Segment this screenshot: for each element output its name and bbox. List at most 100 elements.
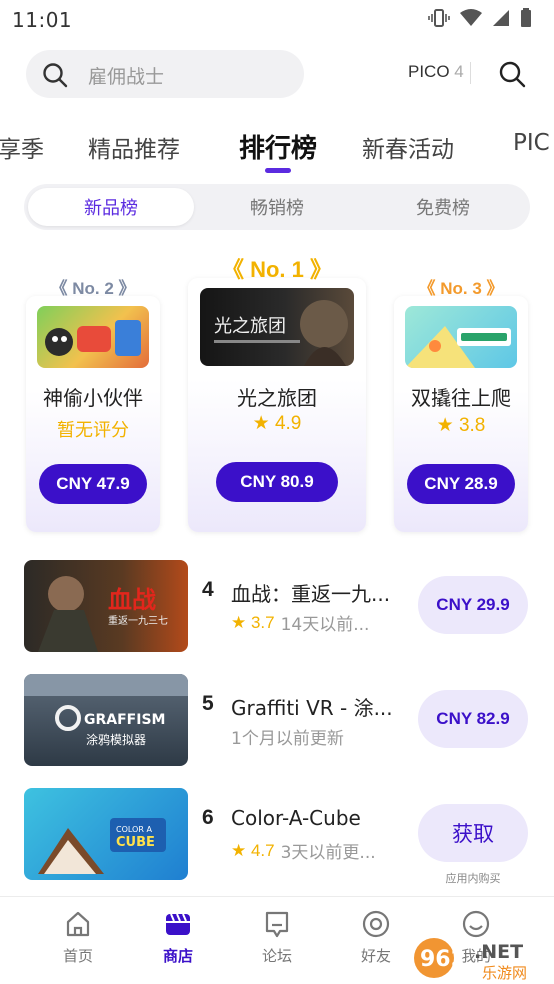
game-thumbnail xyxy=(37,306,149,368)
list-item[interactable]: COLOR A CUBE 6 Color-A-Cube ★ 4.7 3天以前更.… xyxy=(24,788,530,885)
nav-label: 商店 xyxy=(162,947,193,965)
thumbnail-art xyxy=(45,320,141,356)
category-tabs: 享季 精品推荐 排行榜 新春活动 PIC xyxy=(0,126,554,178)
search-placeholder: 雇佣战士 xyxy=(88,66,165,88)
thumbnail-art: 血战 重返一九三七 xyxy=(38,576,168,652)
rank-number: 4 xyxy=(202,578,214,601)
rating: ★ 4.9 xyxy=(252,413,302,434)
device-selector[interactable]: PICO 4 xyxy=(408,62,464,82)
nav-forum[interactable]: 论坛 xyxy=(237,909,317,966)
svg-text:光之旅团: 光之旅团 xyxy=(214,316,286,337)
game-meta: ★ 4.7 3天以前更... xyxy=(231,838,376,864)
game-thumbnail xyxy=(405,306,517,368)
get-button[interactable]: 获取 xyxy=(418,804,528,862)
price-button[interactable]: CNY 80.9 xyxy=(216,462,338,502)
game-thumbnail: 血战 重返一九三七 xyxy=(24,560,188,652)
rating-value: 4.7 xyxy=(250,840,275,860)
svg-text:GRAFFISM: GRAFFISM xyxy=(84,712,165,728)
status-icons xyxy=(428,8,532,28)
site-watermark-logo: 962 .NET 乐游网 xyxy=(414,938,527,982)
game-title: Color-A-Cube xyxy=(231,806,361,830)
price-button[interactable]: CNY 82.9 xyxy=(418,690,528,748)
thumbnail-art: 光之旅团 xyxy=(214,300,348,366)
updated-text: 14天以前... xyxy=(280,615,370,635)
nav-label: 首页 xyxy=(62,947,93,965)
podium-card-1[interactable]: 光之旅团 光之旅团 ★ 4.9 CNY 80.9 xyxy=(188,278,366,532)
search-icon xyxy=(43,63,68,88)
search-icon[interactable] xyxy=(498,60,526,88)
price-button[interactable]: CNY 28.9 xyxy=(407,464,515,504)
podium-card-3[interactable]: 双撬往上爬 ★ 3.8 CNY 28.9 xyxy=(394,296,528,532)
friends-icon xyxy=(362,910,390,938)
status-bar: 11:01 xyxy=(0,0,554,38)
price-button[interactable]: CNY 47.9 xyxy=(39,464,147,504)
game-thumbnail: COLOR A CUBE xyxy=(24,788,188,880)
game-title: 血战：重返一九... xyxy=(231,582,391,606)
game-name: 双撬往上爬 xyxy=(411,386,511,410)
nav-store[interactable]: 商店 xyxy=(138,909,218,966)
device-label: PICO xyxy=(408,62,450,81)
no-rating-text: 暂无评分 xyxy=(57,420,129,441)
game-thumbnail: GRAFFISM 涂鸦模拟器 xyxy=(24,674,188,766)
rating-value: 3.8 xyxy=(458,415,486,436)
rank-number: 6 xyxy=(202,806,214,829)
device-suffix: 4 xyxy=(454,62,464,81)
rank-label: No. 1 xyxy=(250,257,304,282)
segment-new[interactable]: 新品榜 xyxy=(28,188,194,226)
svg-text:乐游网: 乐游网 xyxy=(482,964,527,982)
divider xyxy=(470,62,471,84)
svg-text:.NET: .NET xyxy=(474,941,523,963)
list-item[interactable]: GRAFFISM 涂鸦模拟器 5 Graffiti VR - 涂... 1个月以… xyxy=(24,674,530,768)
thumbnail-art: COLOR A CUBE xyxy=(38,818,166,874)
game-title: Graffiti VR - 涂... xyxy=(231,696,393,720)
rank-badge-2: 《 No. 2 》 xyxy=(50,279,136,298)
status-time: 11:01 xyxy=(12,8,73,32)
forum-icon xyxy=(265,911,289,938)
rating-value: 4.9 xyxy=(274,413,302,434)
battery-icon xyxy=(521,8,531,27)
rank-badge-1: 《 No. 1 》 xyxy=(221,257,333,282)
svg-text:962: 962 xyxy=(420,947,466,972)
tab-featured[interactable]: 精品推荐 xyxy=(88,130,180,164)
vibrate-icon xyxy=(428,9,450,27)
tab-spring-event[interactable]: 新春活动 xyxy=(362,130,454,164)
nav-friends[interactable]: 好友 xyxy=(336,909,416,966)
rank-number: 5 xyxy=(202,692,214,715)
wifi-icon xyxy=(460,9,482,26)
tab-indicator xyxy=(265,168,291,173)
in-app-purchase-note: 应用内购买 xyxy=(445,872,501,885)
rank-badge-3: 《 No. 3 》 xyxy=(418,279,504,298)
svg-text:重返一九三七: 重返一九三七 xyxy=(108,614,168,627)
rating: ★ 3.7 xyxy=(231,612,275,632)
rating: ★ 3.8 xyxy=(436,415,486,436)
rating-value: 3.7 xyxy=(250,612,275,632)
segment-free[interactable]: 免费榜 xyxy=(360,188,526,226)
svg-text:涂鸦模拟器: 涂鸦模拟器 xyxy=(86,732,146,747)
game-name: 神偷小伙伴 xyxy=(43,386,143,410)
updated-text: 1个月以前更新 xyxy=(231,729,344,749)
nav-home[interactable]: 首页 xyxy=(38,909,118,966)
tab-pico[interactable]: PIC xyxy=(513,130,550,156)
svg-text:血战: 血战 xyxy=(108,586,156,614)
tab-rankings[interactable]: 排行榜 xyxy=(239,128,317,165)
segment-bestseller[interactable]: 畅销榜 xyxy=(194,188,360,226)
store-icon xyxy=(166,913,190,935)
price-button[interactable]: CNY 29.9 xyxy=(418,576,528,634)
game-meta: 1个月以前更新 xyxy=(231,724,344,749)
home-icon xyxy=(66,911,90,937)
svg-text:COLOR A: COLOR A xyxy=(116,825,152,834)
rank-label: No. 3 xyxy=(440,279,482,298)
updated-text: 3天以前更... xyxy=(280,843,376,863)
thumbnail-art xyxy=(405,326,511,368)
svg-text:CUBE: CUBE xyxy=(116,835,155,850)
ranking-segment: 新品榜 畅销榜 免费榜 xyxy=(24,184,530,230)
tab-season[interactable]: 享季 xyxy=(0,130,44,164)
game-thumbnail: 光之旅团 xyxy=(200,288,354,366)
list-item[interactable]: 血战 重返一九三七 4 血战：重返一九... ★ 3.7 14天以前... CN… xyxy=(24,560,530,654)
rank-label: No. 2 xyxy=(72,279,114,298)
nav-label: 论坛 xyxy=(261,947,292,965)
podium-card-2[interactable]: 神偷小伙伴 暂无评分 CNY 47.9 xyxy=(26,296,160,532)
nav-label: 好友 xyxy=(360,947,391,965)
signal-icon xyxy=(493,10,509,26)
search-input[interactable]: 雇佣战士 xyxy=(26,50,304,98)
